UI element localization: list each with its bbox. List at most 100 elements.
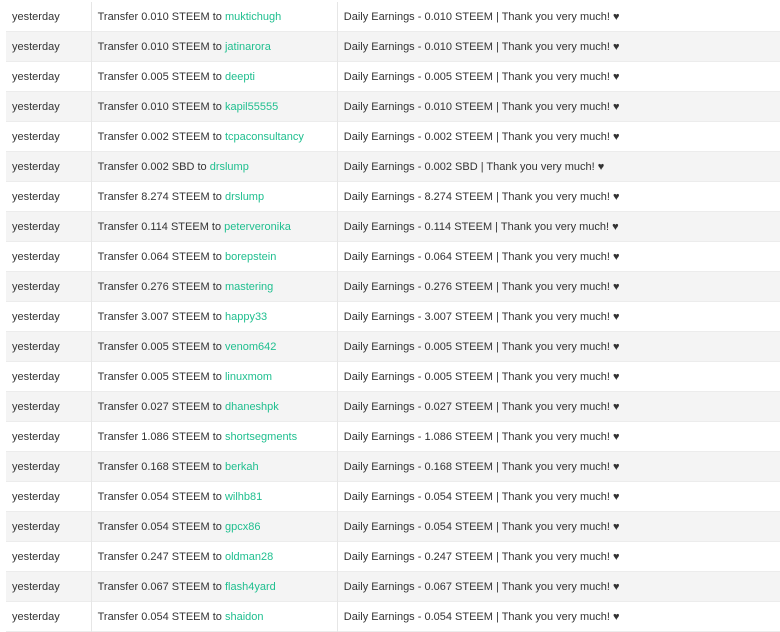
- recipient-account-link[interactable]: peterveronika: [224, 221, 291, 233]
- transfer-date: yesterday: [6, 421, 92, 452]
- table-row: yesterday Transfer 0.276 STEEM to masteri…: [6, 271, 780, 302]
- transfer-operation: Transfer 0.002 STEEM to tcpaconsultancy: [91, 121, 338, 152]
- transfer-operation: Transfer 0.054 STEEM to shaidon: [91, 601, 338, 632]
- recipient-account-link[interactable]: kapil55555: [225, 101, 278, 113]
- transfer-history-body: yesterday Transfer 0.010 STEEM to muktich…: [6, 2, 780, 632]
- table-row: yesterday Transfer 0.064 STEEM to borepst…: [6, 241, 780, 272]
- transfer-memo: Daily Earnings - 0.067 STEEM | Thank you…: [337, 571, 780, 602]
- transfer-date: yesterday: [6, 391, 92, 422]
- transfer-amount-text: Transfer 0.054 STEEM to: [97, 610, 222, 623]
- recipient-account-link[interactable]: deepti: [225, 71, 255, 83]
- transfer-date: yesterday: [6, 271, 92, 302]
- transfer-operation: Transfer 0.010 STEEM to jatinarora: [91, 31, 338, 62]
- table-row: yesterday Transfer 1.086 STEEM to shortse…: [6, 421, 780, 452]
- transfer-operation: Transfer 0.168 STEEM to berkah: [91, 451, 338, 482]
- recipient-account-link[interactable]: shortsegments: [225, 431, 297, 443]
- recipient-account-link[interactable]: drslump: [225, 191, 264, 203]
- transfer-operation: Transfer 0.002 SBD to drslump: [91, 151, 338, 182]
- transfer-memo: Daily Earnings - 0.005 STEEM | Thank you…: [343, 370, 620, 383]
- table-row: yesterday Transfer 0.067 STEEM to flash4y…: [6, 571, 780, 602]
- recipient-account-link[interactable]: linuxmom: [225, 371, 272, 383]
- table-row: yesterday Transfer 3.007 STEEM to happy33…: [6, 301, 780, 332]
- transfer-amount-text: Transfer 1.086 STEEM to: [97, 430, 222, 443]
- transfer-operation: Transfer 0.064 STEEM to borepstein: [91, 241, 338, 272]
- transfer-operation: Transfer 0.010 STEEM to kapil55555: [91, 91, 338, 122]
- transfer-operation: Transfer 0.005 STEEM to venom642: [91, 331, 338, 362]
- transfer-memo: Daily Earnings - 0.010 STEEM | Thank you…: [337, 31, 780, 62]
- table-row: yesterday Transfer 0.005 STEEM to venom64…: [6, 331, 780, 362]
- transfer-date: yesterday: [6, 241, 92, 272]
- recipient-account-link[interactable]: oldman28: [225, 551, 273, 563]
- table-row: yesterday Transfer 0.005 STEEM to deepti D…: [6, 61, 780, 92]
- transfer-memo: Daily Earnings - 0.002 STEEM | Thank you…: [343, 130, 620, 143]
- transfer-date: yesterday: [6, 541, 92, 572]
- transfer-amount-text: Transfer 0.054 STEEM to: [97, 520, 222, 533]
- transfer-amount-text: Transfer 0.064 STEEM to: [97, 250, 222, 263]
- table-row: yesterday Transfer 0.002 SBD to drslump Da…: [6, 151, 780, 182]
- transfer-memo: Daily Earnings - 0.054 STEEM | Thank you…: [343, 490, 620, 503]
- transfer-amount-text: Transfer 0.002 SBD to: [97, 160, 207, 173]
- transfer-operation: Transfer 0.247 STEEM to oldman28: [91, 541, 338, 572]
- transfer-operation: Transfer 1.086 STEEM to shortsegments: [91, 421, 338, 452]
- transfer-amount-text: Transfer 0.067 STEEM to: [97, 580, 222, 593]
- transfer-amount-text: Transfer 0.114 STEEM to: [97, 220, 222, 233]
- recipient-account-link[interactable]: mastering: [225, 281, 273, 293]
- recipient-account-link[interactable]: borepstein: [225, 251, 276, 263]
- transfer-date: yesterday: [6, 331, 92, 362]
- transfer-amount-text: Transfer 0.010 STEEM to: [97, 100, 222, 113]
- table-row: yesterday Transfer 0.002 STEEM to tcpacon…: [6, 121, 780, 152]
- transfer-amount-text: Transfer 0.005 STEEM to: [97, 370, 222, 383]
- transfer-memo: Daily Earnings - 0.005 STEEM | Thank you…: [343, 70, 620, 83]
- recipient-account-link[interactable]: happy33: [225, 311, 267, 323]
- transfer-date: yesterday: [6, 211, 92, 242]
- table-row: yesterday Transfer 0.168 STEEM to berkah D…: [6, 451, 780, 482]
- transfer-amount-text: Transfer 0.010 STEEM to: [97, 40, 222, 53]
- transfer-operation: Transfer 3.007 STEEM to happy33: [91, 301, 338, 332]
- transfer-amount-text: Transfer 0.005 STEEM to: [97, 70, 222, 83]
- recipient-account-link[interactable]: flash4yard: [225, 581, 276, 593]
- recipient-account-link[interactable]: wilhb81: [225, 491, 262, 503]
- transfer-memo: Daily Earnings - 3.007 STEEM | Thank you…: [343, 310, 620, 323]
- table-row: yesterday Transfer 8.274 STEEM to drslump…: [6, 181, 780, 212]
- transfer-date: yesterday: [6, 151, 92, 182]
- transfer-memo: Daily Earnings - 0.114 STEEM | Thank you…: [337, 211, 780, 242]
- transfer-amount-text: Transfer 8.274 STEEM to: [97, 190, 222, 203]
- transfer-memo: Daily Earnings - 0.054 STEEM | Thank you…: [337, 511, 780, 542]
- table-row: yesterday Transfer 0.054 STEEM to wilhb81…: [6, 481, 780, 512]
- table-row: yesterday Transfer 0.010 STEEM to jatinar…: [6, 31, 780, 62]
- recipient-account-link[interactable]: tcpaconsultancy: [225, 131, 304, 143]
- recipient-account-link[interactable]: shaidon: [225, 611, 264, 623]
- recipient-account-link[interactable]: gpcx86: [225, 521, 260, 533]
- transfer-date: yesterday: [6, 31, 92, 62]
- transfer-date: yesterday: [6, 121, 92, 152]
- transfer-amount-text: Transfer 0.005 STEEM to: [97, 340, 222, 353]
- table-row: yesterday Transfer 0.054 STEEM to gpcx86 D…: [6, 511, 780, 542]
- recipient-account-link[interactable]: berkah: [225, 461, 259, 473]
- recipient-account-link[interactable]: dhaneshpk: [225, 401, 279, 413]
- transfer-amount-text: Transfer 3.007 STEEM to: [97, 310, 222, 323]
- transfer-memo: Daily Earnings - 0.005 STEEM | Thank you…: [337, 331, 780, 362]
- transfer-memo: Daily Earnings - 1.086 STEEM | Thank you…: [343, 430, 620, 443]
- transfer-memo: Daily Earnings - 0.168 STEEM | Thank you…: [337, 451, 780, 482]
- recipient-account-link[interactable]: muktichugh: [225, 11, 281, 23]
- transfer-date: yesterday: [6, 481, 92, 512]
- transfer-date: yesterday: [6, 301, 92, 332]
- transfer-date: yesterday: [6, 91, 92, 122]
- table-row: yesterday Transfer 0.010 STEEM to kapil55…: [6, 91, 780, 122]
- transfer-memo: Daily Earnings - 8.274 STEEM | Thank you…: [343, 190, 620, 203]
- table-row: yesterday Transfer 0.010 STEEM to muktich…: [6, 2, 780, 32]
- recipient-account-link[interactable]: drslump: [210, 161, 249, 173]
- transfer-memo: Daily Earnings - 0.276 STEEM | Thank you…: [337, 271, 780, 302]
- table-row: yesterday Transfer 0.247 STEEM to oldman2…: [6, 541, 780, 572]
- transfer-operation: Transfer 0.054 STEEM to wilhb81: [91, 481, 338, 512]
- table-row: yesterday Transfer 0.114 STEEM to peterve…: [6, 211, 780, 242]
- transfer-date: yesterday: [6, 571, 92, 602]
- transfer-memo: Daily Earnings - 0.010 STEEM | Thank you…: [337, 91, 780, 122]
- transfer-memo: Daily Earnings - 0.002 SBD | Thank you v…: [337, 151, 780, 182]
- transfer-memo: Daily Earnings - 0.247 STEEM | Thank you…: [343, 550, 620, 563]
- transfer-operation: Transfer 0.005 STEEM to deepti: [91, 61, 338, 92]
- transfer-operation: Transfer 0.005 STEEM to linuxmom: [91, 361, 338, 392]
- table-row: yesterday Transfer 0.005 STEEM to linuxmo…: [6, 361, 780, 392]
- recipient-account-link[interactable]: jatinarora: [225, 41, 271, 53]
- recipient-account-link[interactable]: venom642: [225, 341, 276, 353]
